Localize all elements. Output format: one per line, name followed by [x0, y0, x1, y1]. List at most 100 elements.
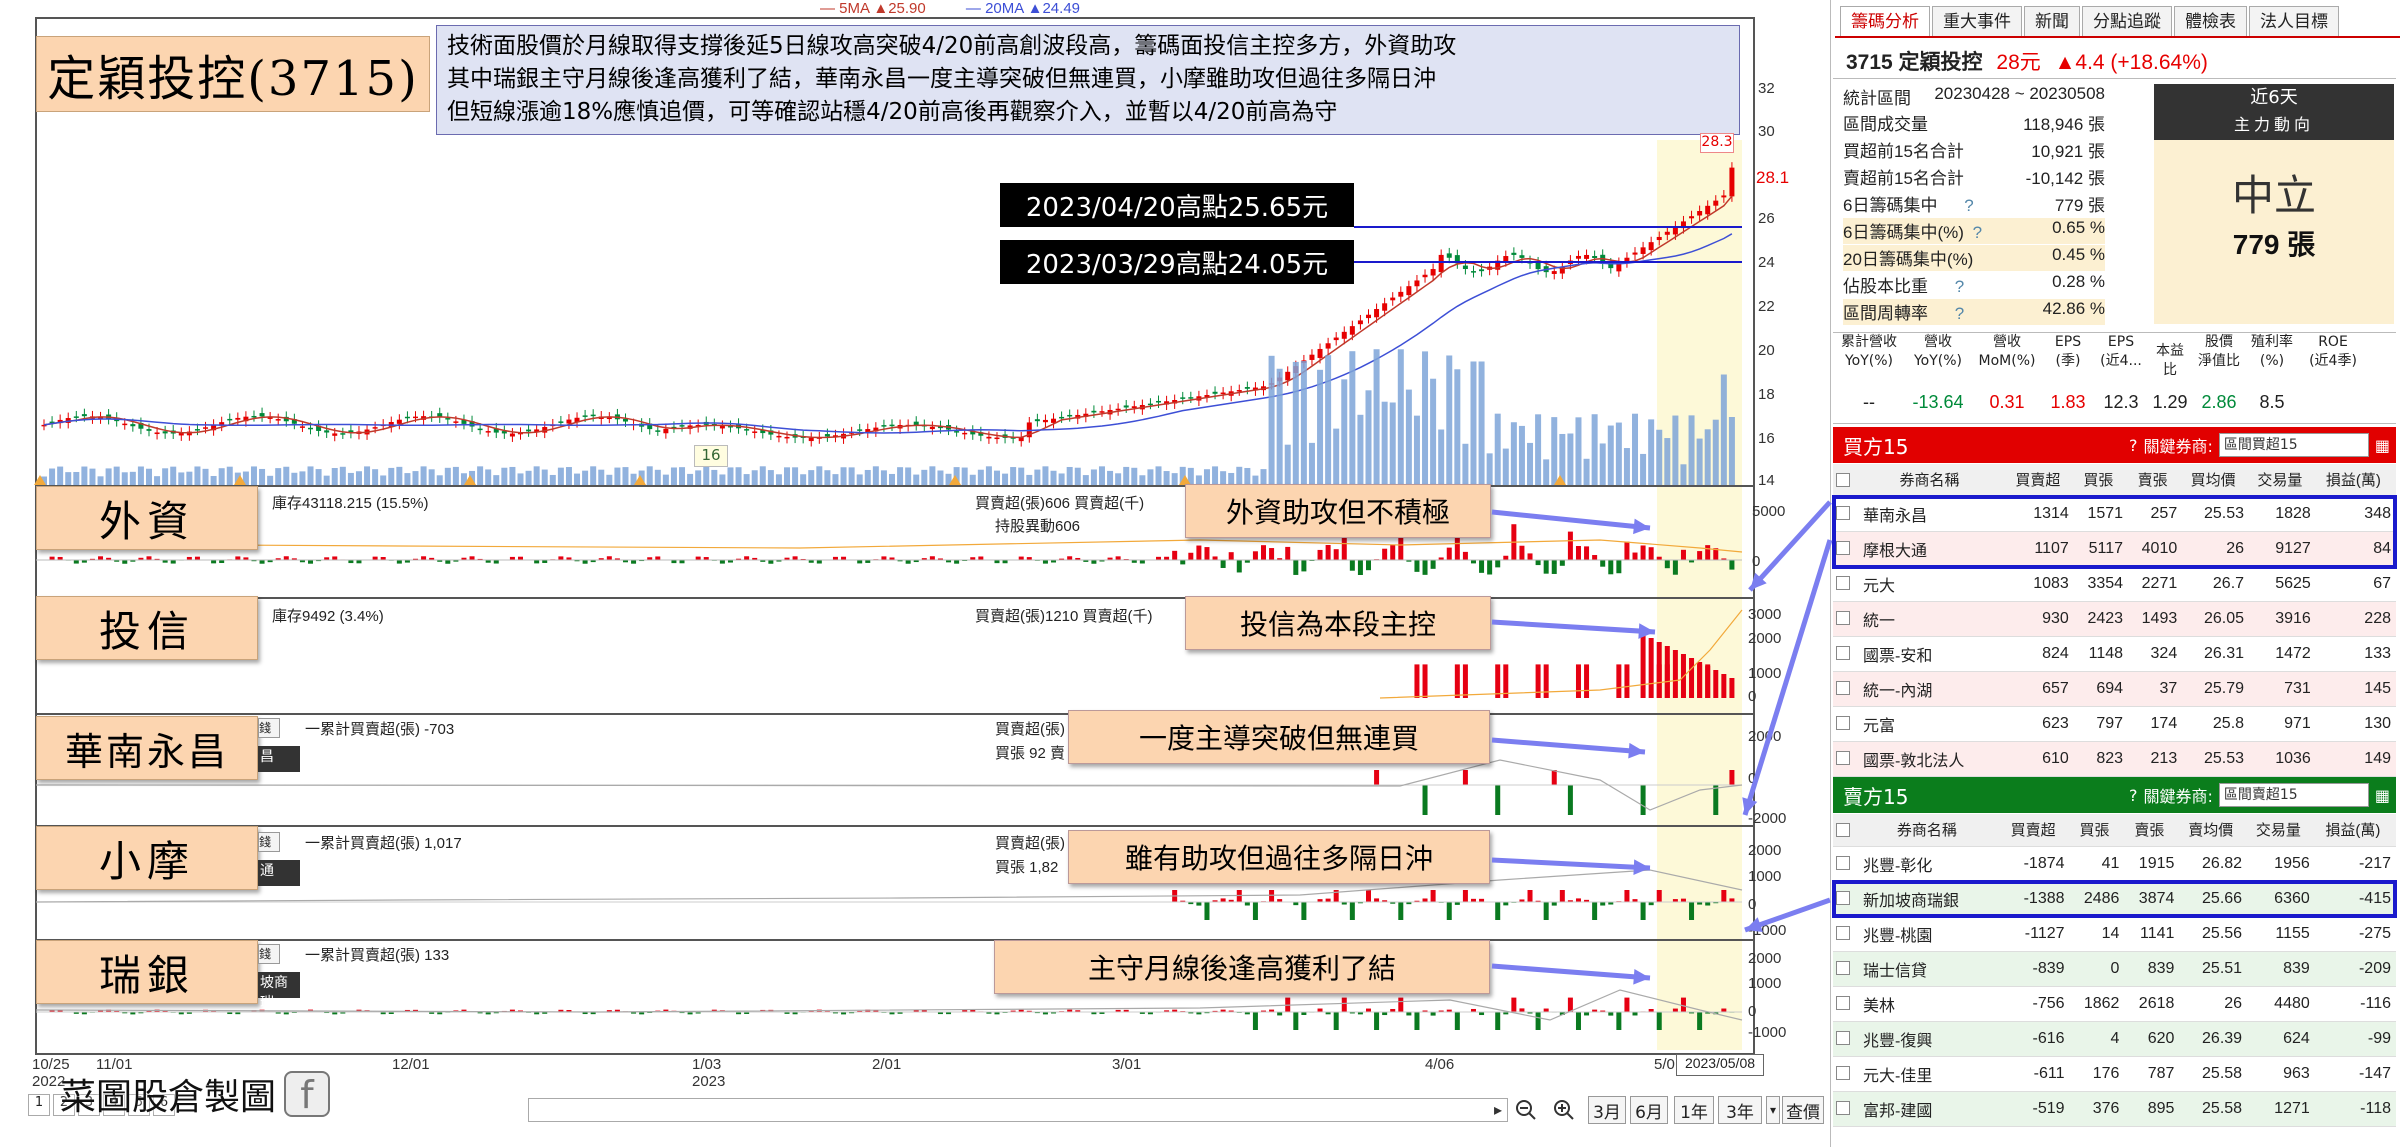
row-checkbox[interactable] — [1833, 566, 1857, 602]
table-row[interactable]: 元大-佳里 -611 176 787 25.58 963 -147 — [1833, 1056, 2396, 1092]
help-icon[interactable]: ? — [2129, 786, 2138, 805]
candle — [259, 413, 265, 417]
grid-icon[interactable]: ▦ — [2375, 436, 2390, 455]
facebook-icon[interactable]: f — [284, 1071, 330, 1117]
candle — [1341, 331, 1347, 339]
column-header[interactable]: 買張 — [2069, 814, 2125, 847]
tab-health-check[interactable]: 體檢表 — [2174, 6, 2247, 36]
flow-bar — [1697, 662, 1703, 698]
volume-bar — [347, 472, 354, 485]
panel-toggle-button[interactable]: 錢 — [258, 832, 280, 852]
tab-news[interactable]: 新聞 — [2024, 6, 2080, 36]
range-1y-button[interactable]: 1年 — [1674, 1096, 1714, 1124]
help-icon[interactable]: ? — [1973, 223, 1982, 242]
column-header[interactable]: 損益(萬) — [2315, 464, 2396, 497]
price-tick: 20 — [1758, 342, 1775, 359]
buy-range-select[interactable]: 區間買超15 — [2218, 433, 2369, 457]
table-row[interactable]: 美林 -756 1862 2618 26 4480 -116 — [1833, 986, 2396, 1022]
tab-major-events[interactable]: 重大事件 — [1932, 6, 2022, 36]
row-checkbox[interactable] — [1833, 706, 1857, 742]
grid-icon[interactable]: ▦ — [2375, 786, 2390, 805]
select-all-checkbox[interactable] — [1833, 464, 1857, 497]
flow-bar — [493, 560, 499, 564]
table-cell: 0 — [2069, 951, 2125, 987]
panel-toggle-button[interactable]: 錢 — [258, 718, 280, 738]
column-header[interactable]: 賣張 — [2124, 814, 2180, 847]
range-3y-button[interactable]: 3年 — [1718, 1096, 1762, 1124]
range-3m-button[interactable]: 3月 — [1588, 1096, 1626, 1124]
query-button[interactable]: 查價 — [1782, 1096, 1824, 1124]
candle — [655, 430, 661, 432]
volume-bar — [1591, 414, 1598, 485]
zoom-out-icon[interactable] — [1512, 1096, 1540, 1124]
flow-bar — [1067, 556, 1073, 560]
tab-target-price[interactable]: 法人目標 — [2249, 6, 2339, 36]
page-button[interactable]: 1 — [28, 1094, 50, 1116]
flow-bar — [1721, 1008, 1727, 1012]
flow-bar — [332, 556, 338, 560]
table-row[interactable]: 統一 930 2423 1493 26.05 3916 228 — [1833, 601, 2396, 637]
tab-chip-analysis[interactable]: 籌碼分析 — [1840, 6, 1930, 36]
panel-toggle-button[interactable]: 錢 — [258, 944, 280, 964]
flow-bar — [1422, 898, 1428, 902]
column-header[interactable]: 券商名稱 — [1857, 814, 2002, 847]
zoom-in-icon[interactable] — [1550, 1096, 1578, 1124]
column-header[interactable]: 券商名稱 — [1857, 464, 2008, 497]
flow-bar — [1600, 560, 1606, 567]
sell-range-select[interactable]: 區間賣超15 — [2218, 783, 2369, 807]
stat-row: 6日籌碼集中 ? 779 張 — [1843, 196, 2105, 215]
column-header[interactable]: 買均價 — [2182, 464, 2250, 497]
scrollbar[interactable] — [528, 1098, 1508, 1122]
column-header[interactable]: 買張 — [2073, 464, 2129, 497]
panel-tick: 0 — [1748, 1003, 1757, 1020]
row-checkbox[interactable] — [1833, 951, 1857, 987]
column-header[interactable]: 賣張 — [2128, 464, 2183, 497]
volume-bar — [380, 475, 387, 485]
table-cell: 930 — [2007, 601, 2074, 637]
help-icon[interactable]: ? — [1955, 304, 1964, 323]
row-checkbox[interactable] — [1833, 671, 1857, 707]
range-dropdown-icon[interactable]: ▾ — [1766, 1096, 1780, 1124]
volume-bar — [226, 466, 233, 485]
row-checkbox[interactable] — [1833, 986, 1857, 1022]
help-icon[interactable]: ? — [2129, 436, 2138, 455]
flow-bar — [1551, 902, 1557, 906]
row-checkbox[interactable] — [1833, 1056, 1857, 1092]
volume-bar — [1446, 355, 1453, 485]
table-row[interactable]: 富邦-建國 -519 376 895 25.58 1271 -118 — [1833, 1091, 2396, 1127]
column-header[interactable]: 買賣超 — [2001, 814, 2070, 847]
row-checkbox[interactable] — [1833, 636, 1857, 672]
row-checkbox[interactable] — [1833, 1091, 1857, 1127]
table-row[interactable]: 瑞士信貸 -839 0 839 25.51 839 -209 — [1833, 951, 2396, 987]
column-header[interactable]: 交易量 — [2249, 464, 2316, 497]
table-cell: 兆豐-彰化 — [1857, 846, 2002, 882]
table-row[interactable]: 元富 623 797 174 25.8 971 130 — [1833, 706, 2396, 742]
scroll-right-icon[interactable]: ▸ — [1494, 1100, 1502, 1119]
help-icon[interactable]: ? — [1964, 196, 1973, 215]
candle — [994, 437, 1000, 440]
flow-bar — [235, 556, 241, 560]
table-row[interactable]: 兆豐-復興 -616 4 620 26.39 624 -99 — [1833, 1021, 2396, 1057]
flow-bar — [606, 556, 612, 560]
row-checkbox[interactable] — [1833, 916, 1857, 952]
select-all-checkbox[interactable] — [1833, 814, 1857, 847]
row-checkbox[interactable] — [1833, 846, 1857, 882]
table-row[interactable]: 兆豐-彰化 -1874 41 1915 26.82 1956 -217 — [1833, 846, 2396, 882]
range-6m-button[interactable]: 6月 — [1630, 1096, 1668, 1124]
table-row[interactable]: 國票-安和 824 1148 324 26.31 1472 133 — [1833, 636, 2396, 672]
help-icon[interactable]: ? — [1955, 277, 1964, 296]
column-header[interactable]: 交易量 — [2247, 814, 2315, 847]
column-header[interactable]: 賣均價 — [2179, 814, 2248, 847]
table-row[interactable]: 統一-內湖 657 694 37 25.79 731 145 — [1833, 671, 2396, 707]
table-row[interactable]: 元大 1083 3354 2271 26.7 5625 67 — [1833, 566, 2396, 602]
row-checkbox[interactable] — [1833, 601, 1857, 637]
tab-branch-tracking[interactable]: 分點追蹤 — [2082, 6, 2172, 36]
table-row[interactable]: 國票-敦北法人 610 823 213 25.53 1036 149 — [1833, 741, 2396, 777]
table-row[interactable]: 兆豐-桃園 -1127 14 1141 25.56 1155 -275 — [1833, 916, 2396, 952]
column-header[interactable]: 損益(萬) — [2314, 814, 2396, 847]
row-checkbox[interactable] — [1833, 1021, 1857, 1057]
row-checkbox[interactable] — [1833, 741, 1857, 777]
candle — [235, 417, 241, 420]
volume-bar — [646, 466, 653, 485]
column-header[interactable]: 買賣超 — [2007, 464, 2074, 497]
